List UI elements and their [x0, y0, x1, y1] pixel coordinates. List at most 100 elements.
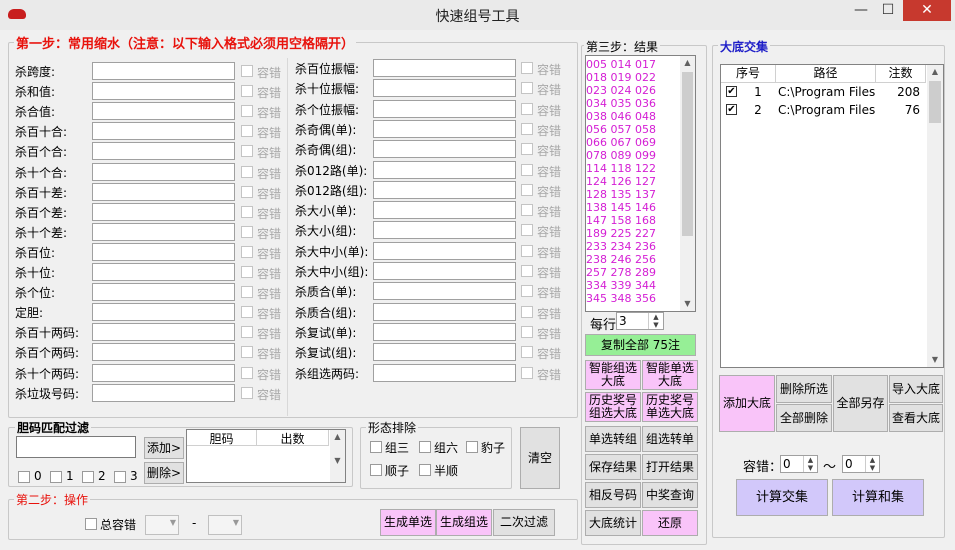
- calc-intersect-button[interactable]: 计算交集: [736, 479, 828, 516]
- filter-input[interactable]: [92, 82, 235, 101]
- tolerance-checkbox[interactable]: [241, 306, 253, 319]
- filter-input[interactable]: [373, 262, 516, 280]
- step3-button[interactable]: 打开结果: [642, 454, 698, 480]
- filter-input[interactable]: [373, 140, 516, 159]
- tolerance-checkbox[interactable]: [241, 205, 253, 218]
- tolerance-checkbox[interactable]: [241, 85, 253, 98]
- scroll-down-icon[interactable]: ▼: [927, 353, 943, 367]
- dan-check-0[interactable]: [18, 471, 30, 483]
- step3-button[interactable]: 历史奖号单选大底: [642, 392, 698, 422]
- tolerance-checkbox[interactable]: [521, 143, 533, 156]
- step3-button[interactable]: 还原: [642, 510, 698, 536]
- dan-check-2[interactable]: [82, 471, 94, 483]
- filter-input[interactable]: [92, 222, 235, 241]
- maximize-button[interactable]: ☐: [874, 0, 902, 21]
- step3-button[interactable]: 中奖查询: [642, 482, 698, 508]
- tolerance-checkbox[interactable]: [241, 185, 253, 198]
- path-col-header[interactable]: 路径: [776, 65, 876, 83]
- shape-checkbox[interactable]: [466, 441, 478, 453]
- filter-input[interactable]: [373, 160, 516, 179]
- shape-checkbox[interactable]: [419, 441, 431, 453]
- scroll-down-icon[interactable]: ▼: [680, 297, 695, 311]
- count-col-header[interactable]: 注数: [876, 65, 926, 83]
- dan-delete-button[interactable]: 删除>: [144, 462, 184, 484]
- tolerance-checkbox[interactable]: [241, 266, 253, 278]
- delete-all-button[interactable]: 全部删除: [776, 404, 832, 432]
- filter-input[interactable]: [92, 242, 235, 261]
- add-dadi-button[interactable]: 添加大底: [719, 375, 775, 432]
- minimize-button[interactable]: —: [848, 0, 874, 21]
- tolerance-checkbox[interactable]: [521, 102, 533, 115]
- scroll-up-icon[interactable]: ▲: [927, 65, 943, 79]
- step3-button[interactable]: 智能组选大底: [585, 360, 641, 390]
- no-col-header[interactable]: 序号: [721, 65, 776, 83]
- chevron-down-icon[interactable]: ▼: [233, 518, 239, 527]
- spinner-arrows-icon[interactable]: ▲ ▼: [648, 313, 663, 329]
- view-dadi-button[interactable]: 查看大底: [889, 404, 943, 432]
- tolerance-checkbox[interactable]: [521, 122, 533, 135]
- step3-button[interactable]: 大底统计: [585, 510, 641, 536]
- tolerance-checkbox[interactable]: [241, 225, 253, 238]
- filter-input[interactable]: [92, 383, 235, 402]
- dan-code-input[interactable]: [16, 436, 136, 458]
- per-row-spinner[interactable]: 3 ▲ ▼: [616, 312, 664, 330]
- dan-check-1[interactable]: [50, 471, 62, 483]
- step3-button[interactable]: 智能单选大底: [642, 360, 698, 390]
- filter-input[interactable]: [373, 99, 516, 118]
- delete-selected-button[interactable]: 删除所选: [776, 375, 832, 403]
- filter-input[interactable]: [373, 343, 516, 362]
- tolerance-checkbox[interactable]: [521, 204, 533, 217]
- tolerance-checkbox[interactable]: [241, 65, 253, 77]
- filter-input[interactable]: [92, 343, 235, 362]
- tolerance-checkbox[interactable]: [241, 286, 253, 299]
- filter-input[interactable]: [373, 322, 516, 341]
- tolerance-checkbox[interactable]: [241, 245, 253, 258]
- tolerance-checkbox[interactable]: [241, 326, 253, 339]
- dan-check-3[interactable]: [114, 471, 126, 483]
- filter-input[interactable]: [373, 119, 516, 138]
- tolerance-checkbox[interactable]: [521, 163, 533, 176]
- tolerance-to-select[interactable]: ▼: [208, 515, 242, 535]
- filter-input[interactable]: [373, 302, 516, 321]
- dan-code-list[interactable]: 胆码 出数 ▲ ▼: [186, 429, 346, 483]
- dadi-scroll-thumb[interactable]: [929, 81, 941, 123]
- filter-input[interactable]: [92, 363, 235, 382]
- tolerance-checkbox[interactable]: [521, 265, 533, 277]
- tolerance-from-select[interactable]: ▼: [145, 515, 179, 535]
- dadi-tolerance-from[interactable]: 0 ▲ ▼: [780, 455, 818, 473]
- step3-button[interactable]: 组选转单: [642, 426, 698, 452]
- step3-button[interactable]: 保存结果: [585, 454, 641, 480]
- tolerance-checkbox[interactable]: [241, 165, 253, 178]
- dadi-scrollbar[interactable]: ▲ ▼: [927, 65, 943, 367]
- dadi-tolerance-to-value[interactable]: 0: [845, 457, 853, 471]
- dan-col-header[interactable]: 胆码: [187, 430, 257, 446]
- tolerance-checkbox[interactable]: [521, 183, 533, 196]
- step3-button[interactable]: 相反号码: [585, 482, 641, 508]
- calc-union-button[interactable]: 计算和集: [832, 479, 924, 516]
- shape-checkbox[interactable]: [370, 441, 382, 453]
- filter-input[interactable]: [373, 241, 516, 260]
- filter-input[interactable]: [373, 363, 516, 382]
- import-dadi-button[interactable]: 导入大底: [889, 375, 943, 403]
- save-all-button[interactable]: 全部另存: [833, 375, 888, 432]
- tolerance-checkbox[interactable]: [521, 305, 533, 318]
- tolerance-checkbox[interactable]: [241, 366, 253, 379]
- filter-input[interactable]: [373, 282, 516, 301]
- filter-input[interactable]: [92, 162, 235, 181]
- filter-input[interactable]: [92, 182, 235, 201]
- dadi-row[interactable]: ✔ 1 C:\Program Files 208: [721, 83, 926, 101]
- dadi-list[interactable]: 序号 路径 注数 ✔ 1 C:\Program Files 208 ✔ 2 C:\…: [720, 64, 944, 368]
- dadi-row-checkbox[interactable]: ✔: [726, 104, 737, 115]
- second-filter-button[interactable]: 二次过滤: [493, 509, 555, 536]
- tolerance-checkbox[interactable]: [521, 244, 533, 257]
- dadi-tolerance-to[interactable]: 0 ▲ ▼: [842, 455, 880, 473]
- filter-input[interactable]: [92, 102, 235, 121]
- step3-button[interactable]: 历史奖号组选大底: [585, 392, 641, 422]
- filter-input[interactable]: [373, 79, 516, 98]
- dadi-tolerance-from-value[interactable]: 0: [783, 457, 791, 471]
- chu-col-header[interactable]: 出数: [257, 430, 329, 446]
- tolerance-checkbox[interactable]: [241, 145, 253, 158]
- step3-button[interactable]: 单选转组: [585, 426, 641, 452]
- close-button[interactable]: ✕: [903, 0, 951, 21]
- filter-input[interactable]: [92, 142, 235, 161]
